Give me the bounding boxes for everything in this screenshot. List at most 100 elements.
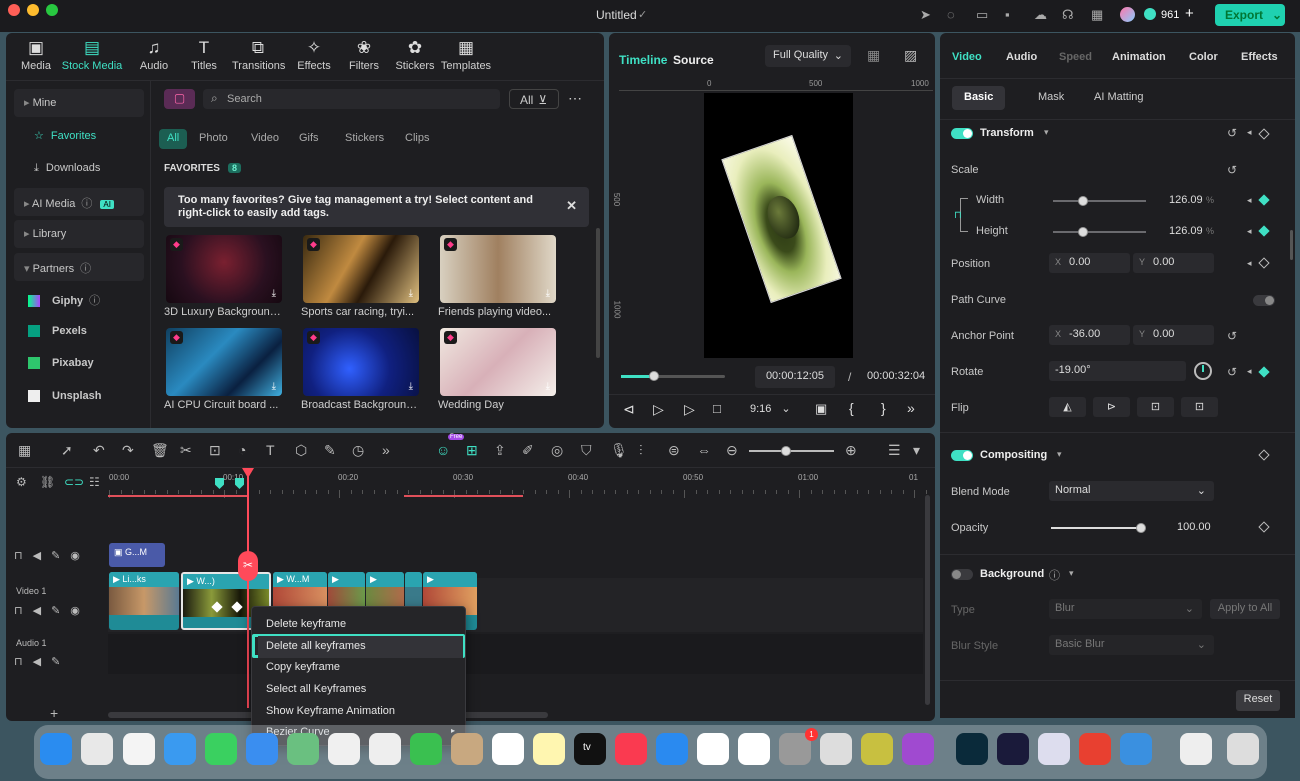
prev-keyframe-icon[interactable]: ◂ <box>1247 366 1252 377</box>
lock-icon[interactable]: ⊓ <box>14 550 33 562</box>
sidebar-item-pixabay[interactable]: Pixabay <box>14 350 144 378</box>
redo-icon[interactable]: ↷ <box>122 442 134 459</box>
background-toggle[interactable] <box>951 569 973 580</box>
prev-keyframe-icon[interactable]: ◂ <box>1247 258 1252 269</box>
notes-icon[interactable] <box>533 733 565 765</box>
media-thumbnail[interactable]: ◆ ⤓ <box>440 328 556 396</box>
menu-select-all-keyframes[interactable]: Select all Keyframes <box>258 679 463 701</box>
subtab-basic[interactable]: Basic <box>952 86 1006 110</box>
opacity-slider-knob[interactable] <box>1136 523 1146 533</box>
toolbar-audio-button[interactable]: ♫ Audio <box>128 38 180 72</box>
title-clip[interactable]: ▣ G...M <box>109 543 165 567</box>
rotate-field[interactable]: -19.00° <box>1049 361 1186 381</box>
app-store-icon[interactable] <box>656 733 688 765</box>
tab-animation[interactable]: Animation <box>1112 51 1166 63</box>
opacity-value[interactable]: 100.00 <box>1177 521 1211 533</box>
video-clip[interactable]: ▶ Li...ks <box>109 572 179 630</box>
filter-chip-all[interactable]: All <box>159 129 188 149</box>
blur-style-select[interactable]: Basic Blur ⌄ <box>1049 635 1214 655</box>
fx-icon[interactable]: ✎ <box>51 656 70 668</box>
play-icon[interactable]: ▷ <box>684 401 695 418</box>
range-marker[interactable] <box>108 495 248 497</box>
anchor-x-field[interactable]: X -36.00 <box>1049 325 1130 345</box>
timeline-settings-icon[interactable]: ⚙ <box>16 475 27 489</box>
mark-in-icon[interactable]: { <box>849 400 854 416</box>
sidebar-item-favorites[interactable]: ☆ Favorites <box>14 122 144 150</box>
type-select[interactable]: Blur ⌄ <box>1049 599 1202 619</box>
snapshot-icon[interactable]: ▨ <box>904 47 917 64</box>
keyframe-marker-icon[interactable] <box>215 478 224 489</box>
link-icon[interactable]: ⛓ <box>40 475 55 489</box>
media-thumbnail[interactable]: ◆ ⤓ <box>166 328 282 396</box>
facetime-icon[interactable] <box>410 733 442 765</box>
toolbar-filters-button[interactable]: ❀ Filters <box>338 38 390 72</box>
playback-progress[interactable] <box>621 371 725 381</box>
toolbar-stickers-button[interactable]: ✿ Stickers <box>389 38 441 72</box>
reset-icon[interactable]: ↺ <box>1227 163 1237 177</box>
browser-scrollbar[interactable] <box>596 228 600 358</box>
safe-zone-icon[interactable]: ▣ <box>815 401 827 417</box>
flip-horizontal-icon[interactable]: ◭ <box>1049 397 1086 417</box>
timeline-zoom-slider[interactable] <box>749 446 834 456</box>
text-icon[interactable]: T <box>266 442 275 458</box>
chrome-icon[interactable] <box>697 733 729 765</box>
export-button[interactable]: Export ⌄ <box>1215 4 1285 26</box>
sidebar-item-unsplash[interactable]: Unsplash <box>14 383 144 411</box>
toolbar-stock-media-button[interactable]: ▤ Stock Media <box>60 38 124 72</box>
prev-keyframe-icon[interactable]: ◂ <box>1247 127 1252 138</box>
caret-down-icon[interactable]: ▾ <box>1044 127 1049 138</box>
split-icon[interactable]: ⊞ <box>466 442 478 459</box>
lock-icon[interactable]: ⊓ <box>954 210 962 221</box>
sidebar-item-library[interactable]: ▸ Library <box>14 220 144 248</box>
zoom-out-icon[interactable]: ⊖ <box>726 442 738 459</box>
speed-icon[interactable]: ◔ <box>238 442 246 458</box>
tab-source[interactable]: Source <box>673 53 714 67</box>
rotate-right-icon[interactable]: ⊡ <box>1181 397 1218 417</box>
quicktime-icon[interactable] <box>1120 733 1152 765</box>
width-slider[interactable] <box>1053 196 1146 206</box>
range-marker[interactable] <box>404 495 523 497</box>
edit-icon[interactable]: ✐ <box>522 442 534 459</box>
delete-icon[interactable]: 🗑 <box>151 442 169 459</box>
favorites-filter-icon[interactable]: ▢ <box>164 89 195 109</box>
caret-down-icon[interactable]: ▾ <box>1069 568 1074 579</box>
compositing-toggle[interactable] <box>951 450 973 461</box>
tab-timeline[interactable]: Timeline <box>619 53 667 67</box>
height-slider-knob[interactable] <box>1078 227 1088 237</box>
toolbar-templates-button[interactable]: ▦ Templates <box>440 38 492 72</box>
layout-icon[interactable]: ▦ <box>18 442 31 459</box>
preview-icon[interactable] <box>820 733 852 765</box>
speaker-icon[interactable]: ◀ <box>33 605 51 617</box>
add-track-icon[interactable]: + <box>50 705 58 721</box>
database-icon[interactable] <box>1038 733 1070 765</box>
playhead[interactable] <box>247 468 249 708</box>
sidebar-item-ai-media[interactable]: ▸ AI Media ⓘ AI <box>14 188 144 216</box>
flip-vertical-icon[interactable]: ⊳ <box>1093 397 1130 417</box>
reset-icon[interactable]: ↺ <box>1227 126 1237 140</box>
export-clip-icon[interactable]: ⇪ <box>494 442 506 459</box>
chevron-down-icon[interactable]: ▾ <box>913 442 920 459</box>
sidebar-item-giphy[interactable]: Giphy ⓘ <box>14 285 144 313</box>
path-curve-toggle[interactable] <box>1253 295 1275 306</box>
opacity-slider[interactable] <box>1051 523 1146 533</box>
apply-to-all-button[interactable]: Apply to All <box>1210 599 1280 619</box>
properties-scrollbar[interactable] <box>1290 230 1293 260</box>
step-forward-icon[interactable]: ▷ <box>653 401 664 418</box>
pen-icon[interactable]: ✎ <box>324 442 336 459</box>
lock-icon[interactable]: ⊓ <box>14 656 33 668</box>
minimize-window-button[interactable] <box>27 4 39 16</box>
media-thumbnail[interactable]: ◆ ⤓ <box>303 328 419 396</box>
zoom-window-button[interactable] <box>46 4 58 16</box>
filter-chip-photo[interactable]: Photo <box>191 129 236 149</box>
track-height-icon[interactable]: ☰ <box>888 442 901 459</box>
add-credits-icon[interactable]: + <box>1185 5 1194 22</box>
preview-canvas[interactable] <box>704 93 853 358</box>
folder-icon[interactable] <box>1180 733 1212 765</box>
all-filter-button[interactable]: All ⊻ <box>509 89 559 109</box>
prev-keyframe-icon[interactable]: ◂ <box>1247 226 1252 237</box>
height-value[interactable]: 126.09 <box>1169 225 1203 237</box>
tab-color[interactable]: Color <box>1189 51 1218 63</box>
prev-frame-icon[interactable]: ⊲ <box>623 401 635 418</box>
reset-icon[interactable]: ↺ <box>1227 329 1237 343</box>
split-scissors-icon[interactable]: ✂ <box>238 551 258 581</box>
